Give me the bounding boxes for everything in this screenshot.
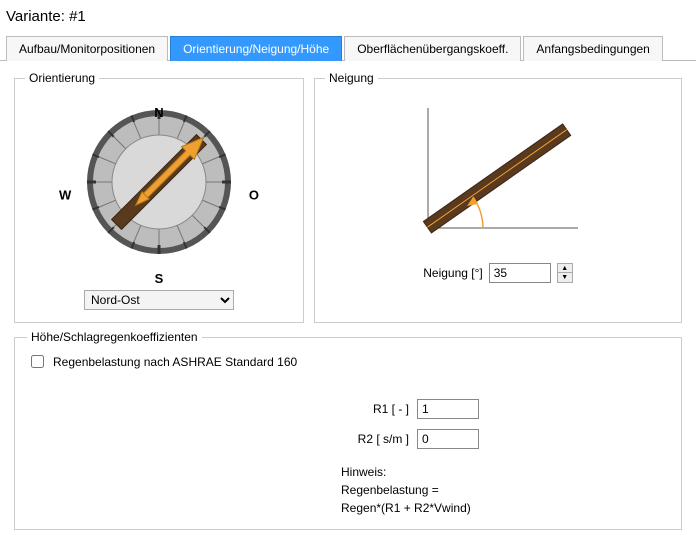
- r1-input[interactable]: [417, 399, 479, 419]
- tilt-group: Neigung Neigung [°] ▲ ▼: [314, 71, 682, 323]
- compass-label-s: S: [155, 271, 164, 286]
- spinner-up-icon[interactable]: ▲: [558, 264, 572, 273]
- hint-text: Hinweis: Regenbelastung = Regen*(R1 + R2…: [341, 463, 669, 517]
- rain-legend: Höhe/Schlagregenkoeffizienten: [27, 330, 202, 344]
- compass-label-n: N: [154, 105, 163, 120]
- ashrae-checkbox[interactable]: [31, 355, 44, 368]
- compass-label-o: O: [249, 187, 259, 202]
- compass-icon: [84, 107, 234, 257]
- tab-aufbau[interactable]: Aufbau/Monitorpositionen: [6, 36, 168, 61]
- spinner-down-icon[interactable]: ▼: [558, 273, 572, 282]
- tab-orientierung[interactable]: Orientierung/Neigung/Höhe: [170, 36, 342, 61]
- tab-anfang[interactable]: Anfangsbedingungen: [523, 36, 662, 61]
- r1-label: R1 [ - ]: [341, 402, 409, 416]
- tab-bar: Aufbau/Monitorpositionen Orientierung/Ne…: [0, 35, 696, 61]
- tab-oberflaeche[interactable]: Oberflächenübergangskoeff.: [344, 36, 521, 61]
- tilt-label: Neigung [°]: [423, 266, 483, 280]
- orientation-select[interactable]: Nord-Ost: [84, 290, 234, 310]
- rain-group: Höhe/Schlagregenkoeffizienten Regenbelas…: [14, 337, 682, 530]
- compass[interactable]: N S W O: [59, 107, 259, 282]
- tilt-icon: [398, 98, 598, 248]
- r2-label: R2 [ s/m ]: [341, 432, 409, 446]
- ashrae-label: Regenbelastung nach ASHRAE Standard 160: [53, 355, 297, 369]
- page-title: Variante: #1: [0, 0, 696, 35]
- tilt-spinner[interactable]: ▲ ▼: [557, 263, 573, 283]
- compass-label-w: W: [59, 187, 71, 202]
- orientation-legend: Orientierung: [25, 71, 99, 85]
- tilt-input[interactable]: [489, 263, 551, 283]
- r2-input[interactable]: [417, 429, 479, 449]
- tilt-legend: Neigung: [325, 71, 378, 85]
- orientation-group: Orientierung N S W O: [14, 71, 304, 323]
- tilt-diagram: [325, 93, 671, 253]
